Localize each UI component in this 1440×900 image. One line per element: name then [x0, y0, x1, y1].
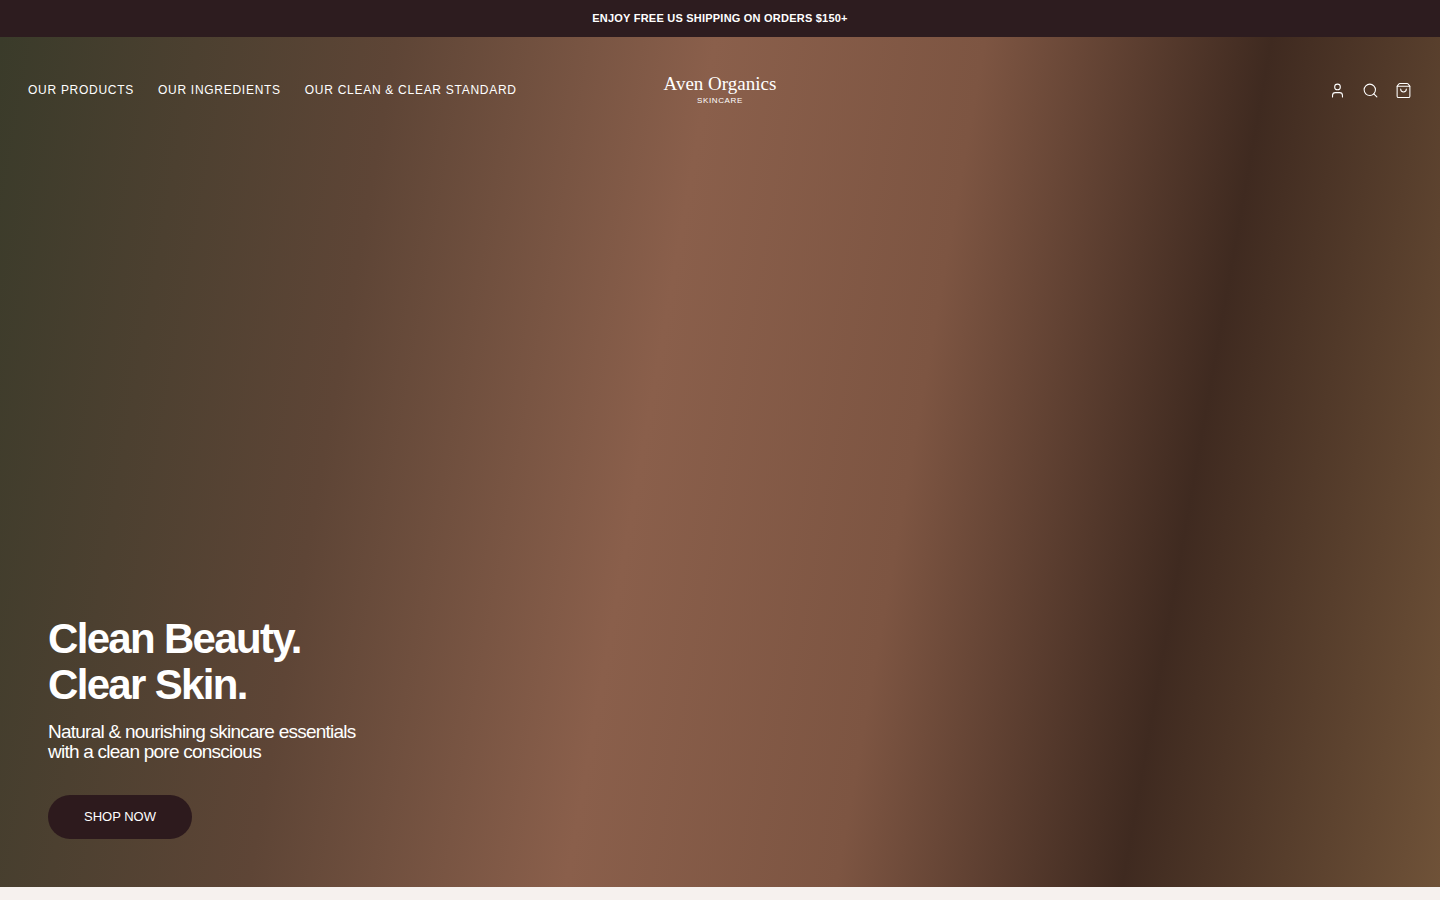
account-icon[interactable] — [1329, 82, 1346, 99]
nav-link[interactable]: OUR PRODUCTS — [28, 81, 134, 99]
nav-link[interactable]: OUR CLEAN & CLEAR STANDARD — [305, 81, 517, 99]
hero: OUR PRODUCTS OUR INGREDIENTS OUR CLEAN & C… — [0, 37, 1440, 887]
logo[interactable]: Aven OrganicsSKINCARE — [489, 73, 950, 107]
announcement-bar: ENJOY FREE US SHIPPING ON ORDERS $150+ — [0, 0, 1440, 37]
search-icon[interactable] — [1362, 82, 1379, 99]
main-nav: OUR PRODUCTSOUR INGREDIENTSOUR CLEAN & C… — [28, 81, 489, 99]
hero-content: Clean Beauty.Clear Skin. Natural & nouris… — [0, 616, 1440, 887]
bottom-strip — [0, 887, 1440, 900]
hero-title: Clean Beauty.Clear Skin. — [48, 616, 1440, 708]
header: OUR PRODUCTS OUR INGREDIENTS OUR CLEAN & C… — [0, 37, 1440, 107]
nav-link[interactable]: OUR INGREDIENTS — [158, 81, 281, 99]
page: ENJOY FREE US SHIPPING ON ORDERS $150+ OU… — [0, 0, 1440, 900]
logo-tagline: SKINCARE — [697, 95, 743, 107]
hero-subtitle: Natural & nourishing skincare essentials… — [48, 722, 1440, 762]
shop-now-button[interactable]: SHOP NOW — [48, 795, 192, 839]
cart-icon[interactable] — [1395, 82, 1412, 99]
logo-name: Aven Organics — [664, 73, 777, 95]
header-icons — [951, 82, 1412, 99]
announcement-text: ENJOY FREE US SHIPPING ON ORDERS $150+ — [592, 10, 847, 27]
